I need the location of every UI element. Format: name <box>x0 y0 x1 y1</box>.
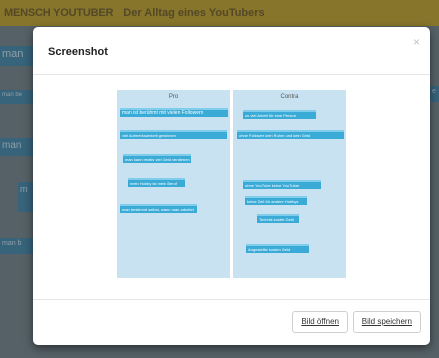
close-icon[interactable]: × <box>413 35 420 49</box>
pro-heading: Pro <box>168 94 179 100</box>
contra-heading: Contra <box>280 94 299 100</box>
modal-header: Screenshot × <box>33 27 430 75</box>
contra-card: Technik kostet Geld <box>257 214 299 223</box>
contra-card: ohne YouTube keine YouTuber <box>243 180 321 189</box>
contra-card: Angestellte kosten Geld <box>246 244 309 253</box>
pro-card: man kann relativ viel Geld verdienen <box>123 154 191 163</box>
open-image-button[interactable]: Bild öffnen <box>292 311 348 333</box>
pro-card: mein Hobby ist mein Beruf <box>128 178 185 187</box>
screenshot-image: Pro man ist berühmt mit vielen Followern… <box>117 90 348 278</box>
pro-card: man ist berühmt mit vielen Followern <box>120 108 228 117</box>
pro-card: man bestimmt selbst, wann man arbeitet <box>120 204 197 213</box>
contra-card: zu viel Arbeit für eine Person <box>243 110 316 119</box>
pro-card: viel Aufmerksamkeit gewinnen <box>120 130 227 139</box>
screenshot-modal: Screenshot × Pro man ist berühmt mit vie… <box>33 27 430 345</box>
save-image-button[interactable]: Bild speichern <box>352 311 421 333</box>
contra-card: ohne Follower kein Ruhm und kein Geld <box>237 130 344 139</box>
contra-column: Contra zu viel Arbeit für eine Person oh… <box>233 90 346 278</box>
modal-title: Screenshot <box>48 46 108 58</box>
modal-footer: Bild öffnen Bild speichern <box>33 299 430 345</box>
contra-card: keine Zeit für andere Hobbys <box>245 196 307 205</box>
pro-column: Pro man ist berühmt mit vielen Followern… <box>117 90 230 278</box>
